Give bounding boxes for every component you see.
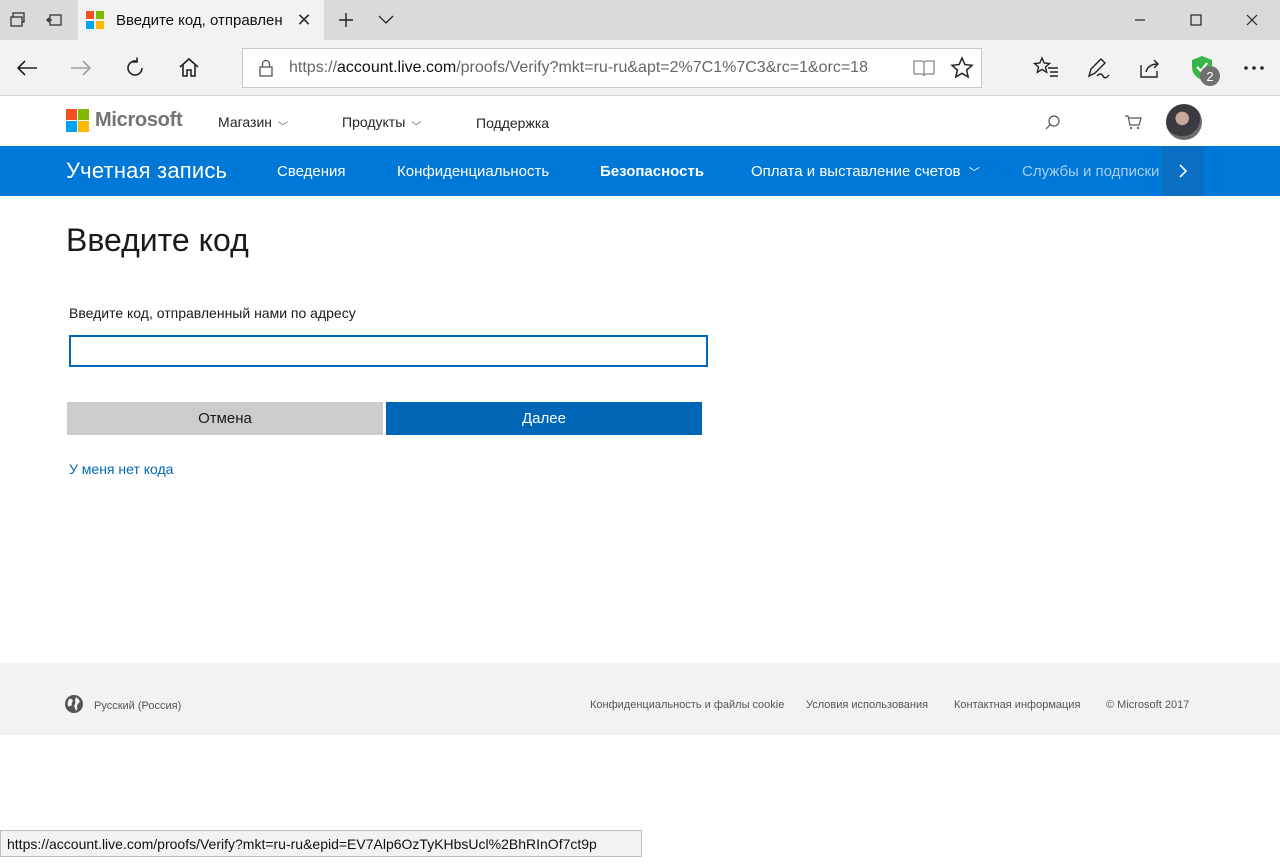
active-tab[interactable]: Введите код, отправлен ✕: [78, 0, 324, 40]
address-url[interactable]: https://account.live.com/proofs/Verify?m…: [289, 59, 905, 77]
cart-icon[interactable]: [1124, 114, 1142, 135]
window-controls: [1112, 0, 1280, 40]
next-button[interactable]: Далее: [386, 402, 702, 435]
favicon-square-red: [86, 11, 94, 19]
account-link-privacy[interactable]: Конфиденциальность: [397, 163, 549, 180]
share-icon[interactable]: [1124, 40, 1176, 96]
microsoft-logo[interactable]: Microsoft: [66, 109, 183, 132]
account-title[interactable]: Учетная запись: [66, 158, 227, 184]
microsoft-site-header: Microsoft Магазин ﹀ Продукты ﹀ Поддержка: [0, 97, 1280, 146]
back-arrow-icon[interactable]: [0, 40, 54, 96]
account-link-services[interactable]: Службы и подписки: [1022, 163, 1159, 180]
nav-products-label: Продукты: [342, 114, 406, 130]
chevron-down-icon: ﹀: [968, 167, 980, 179]
favicon-square-blue: [86, 21, 94, 29]
footer-link-terms[interactable]: Условия использования: [806, 699, 928, 711]
account-nav-bar: Учетная запись Сведения Конфиденциальнос…: [0, 146, 1280, 196]
favorite-star-icon[interactable]: [943, 56, 981, 80]
minimize-icon[interactable]: [1112, 0, 1168, 40]
favicon-square-yellow: [96, 21, 104, 29]
tab-title: Введите код, отправлен: [116, 11, 283, 29]
page-title: Введите код: [66, 222, 249, 258]
home-icon[interactable]: [162, 40, 216, 96]
nav-products[interactable]: Продукты ﹀: [342, 114, 422, 133]
extension-badge: 2: [1200, 66, 1220, 86]
new-tab-icon[interactable]: [324, 0, 368, 40]
url-path: /proofs/Verify?mkt=ru-ru&apt=2%7C1%7C3&r…: [456, 59, 868, 76]
logo-square-red: [66, 109, 77, 120]
logo-square-blue: [66, 121, 77, 132]
chevron-right-icon[interactable]: [1162, 146, 1204, 196]
microsoft-logo-icon: [66, 109, 89, 132]
code-field-label: Введите код, отправленный нами по адресу: [69, 305, 356, 321]
nav-store-label: Магазин: [218, 114, 273, 130]
account-link-security[interactable]: Безопасность: [600, 163, 704, 180]
url-host: account.live.com: [337, 59, 457, 76]
nav-support[interactable]: Поддержка: [476, 115, 549, 131]
footer-copyright: © Microsoft 2017: [1106, 699, 1190, 711]
account-link-payment-label: Оплата и выставление счетов: [751, 163, 961, 180]
toolbar-right: 2: [1020, 40, 1280, 96]
account-link-info[interactable]: Сведения: [277, 163, 346, 180]
search-icon[interactable]: [1044, 114, 1062, 137]
favicon-square-green: [96, 11, 104, 19]
microsoft-favicon-icon: [86, 11, 104, 29]
address-bar[interactable]: https://account.live.com/proofs/Verify?m…: [242, 48, 982, 88]
close-window-icon[interactable]: [1224, 0, 1280, 40]
tab-close-icon[interactable]: ✕: [292, 10, 316, 31]
nav-store[interactable]: Магазин ﹀: [218, 114, 289, 133]
adblock-extension-icon[interactable]: 2: [1176, 40, 1228, 96]
footer-link-contact[interactable]: Контактная информация: [954, 699, 1080, 711]
browser-tab-strip: Введите код, отправлен ✕: [0, 0, 1280, 40]
globe-icon: [64, 694, 84, 717]
locale-label: Русский (Россия): [94, 699, 182, 712]
tabs-aside-icon[interactable]: [36, 0, 72, 40]
logo-square-green: [78, 109, 89, 120]
lock-icon[interactable]: [243, 59, 289, 77]
refresh-icon[interactable]: [108, 40, 162, 96]
nav-support-label: Поддержка: [476, 115, 550, 131]
cancel-button[interactable]: Отмена: [67, 402, 383, 435]
url-scheme: https://: [289, 59, 338, 76]
locale-selector[interactable]: Русский (Россия): [64, 694, 181, 717]
favorites-hub-icon[interactable]: [1020, 40, 1072, 96]
web-note-pen-icon[interactable]: [1072, 40, 1124, 96]
account-link-payment[interactable]: Оплата и выставление счетов ﹀: [751, 163, 980, 180]
browser-toolbar: https://account.live.com/proofs/Verify?m…: [0, 40, 1280, 96]
more-menu-icon[interactable]: [1228, 40, 1280, 96]
tab-list-chevron-icon[interactable]: [368, 0, 404, 40]
tab-preview-icon[interactable]: [0, 0, 36, 40]
chevron-down-icon: ﹀: [278, 121, 289, 133]
forward-arrow-icon[interactable]: [54, 40, 108, 96]
page-footer: Русский (Россия) Конфиденциальность и фа…: [0, 663, 1280, 735]
code-input[interactable]: [69, 335, 708, 367]
footer-link-privacy[interactable]: Конфиденциальность и файлы cookie: [590, 699, 784, 711]
user-avatar[interactable]: [1166, 104, 1202, 140]
reading-view-icon[interactable]: [905, 58, 943, 78]
link-status-bar: https://account.live.com/proofs/Verify?m…: [0, 830, 642, 857]
chevron-down-icon: ﹀: [411, 121, 422, 133]
microsoft-logo-text: Microsoft: [95, 109, 183, 131]
maximize-icon[interactable]: [1168, 0, 1224, 40]
logo-square-yellow: [78, 121, 89, 132]
no-code-link[interactable]: У меня нет кода: [69, 461, 173, 477]
